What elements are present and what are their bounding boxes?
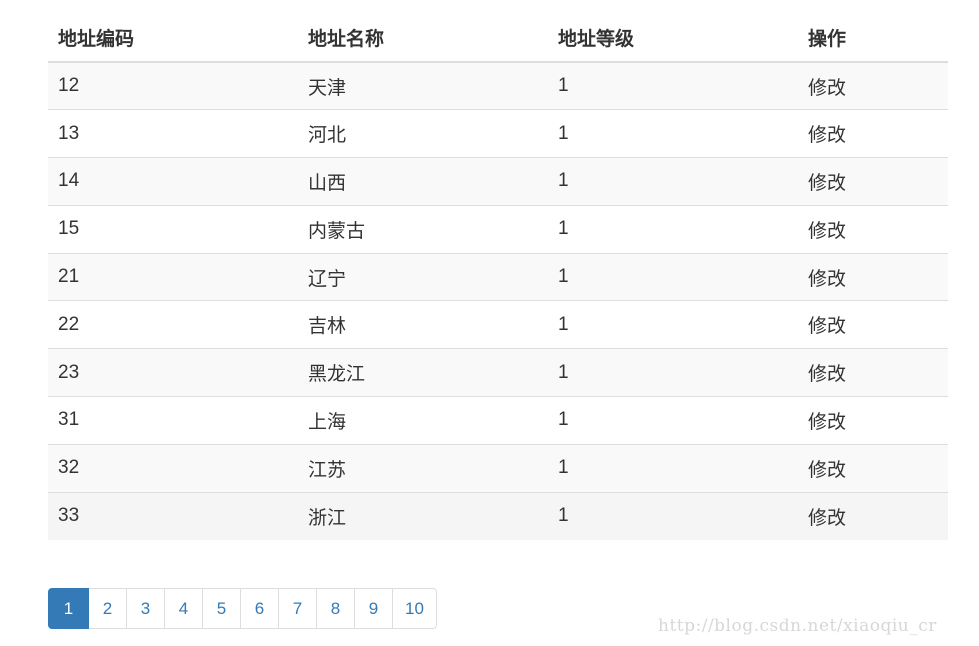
cell-name: 浙江 <box>298 491 548 540</box>
address-table: 地址编码 地址名称 地址等级 操作 12 天津 1 修改 13 河北 1 修改 … <box>48 14 948 540</box>
cell-level: 1 <box>548 157 798 206</box>
table-row: 13 河北 1 修改 <box>48 109 948 158</box>
edit-link[interactable]: 修改 <box>798 443 948 493</box>
table-row: 33 浙江 1 修改 <box>48 491 948 540</box>
cell-level: 1 <box>548 61 798 110</box>
cell-name: 山西 <box>298 157 548 206</box>
watermark: http://blog.csdn.net/xiaoqiu_cr <box>658 616 937 636</box>
page-button-2[interactable]: 2 <box>88 588 127 629</box>
page-button-4[interactable]: 4 <box>164 588 203 629</box>
cell-name: 黑龙江 <box>298 348 548 397</box>
header-address-code: 地址编码 <box>48 14 298 63</box>
cell-code: 12 <box>48 61 298 110</box>
cell-name: 吉林 <box>298 300 548 349</box>
cell-code: 22 <box>48 300 298 349</box>
header-address-level: 地址等级 <box>548 14 798 63</box>
table-row: 15 内蒙古 1 修改 <box>48 204 948 254</box>
cell-level: 1 <box>548 252 798 301</box>
edit-link[interactable]: 修改 <box>798 204 948 254</box>
table-row: 22 吉林 1 修改 <box>48 300 948 349</box>
cell-level: 1 <box>548 300 798 349</box>
page-button-1[interactable]: 1 <box>48 588 89 629</box>
table-body: 12 天津 1 修改 13 河北 1 修改 14 山西 1 修改 15 内蒙古 … <box>48 61 948 540</box>
edit-link[interactable]: 修改 <box>798 157 948 206</box>
cell-level: 1 <box>548 443 798 493</box>
header-action: 操作 <box>798 14 948 63</box>
pagination: 1 2 3 4 5 6 7 8 9 10 <box>48 588 437 629</box>
page-button-9[interactable]: 9 <box>354 588 393 629</box>
header-address-name: 地址名称 <box>298 14 548 63</box>
page-button-10[interactable]: 10 <box>392 588 437 629</box>
cell-level: 1 <box>548 348 798 397</box>
page-button-3[interactable]: 3 <box>126 588 165 629</box>
cell-name: 江苏 <box>298 443 548 493</box>
cell-level: 1 <box>548 109 798 158</box>
page: 地址编码 地址名称 地址等级 操作 12 天津 1 修改 13 河北 1 修改 … <box>0 0 979 646</box>
cell-name: 上海 <box>298 396 548 445</box>
cell-name: 内蒙古 <box>298 204 548 254</box>
edit-link[interactable]: 修改 <box>798 491 948 540</box>
table-row: 21 辽宁 1 修改 <box>48 252 948 301</box>
page-button-5[interactable]: 5 <box>202 588 241 629</box>
edit-link[interactable]: 修改 <box>798 348 948 397</box>
table-row: 12 天津 1 修改 <box>48 61 948 110</box>
cell-level: 1 <box>548 204 798 254</box>
cell-name: 河北 <box>298 109 548 158</box>
cell-code: 21 <box>48 252 298 301</box>
cell-code: 14 <box>48 157 298 206</box>
page-button-6[interactable]: 6 <box>240 588 279 629</box>
cell-code: 33 <box>48 491 298 540</box>
edit-link[interactable]: 修改 <box>798 300 948 349</box>
table-row: 14 山西 1 修改 <box>48 157 948 206</box>
edit-link[interactable]: 修改 <box>798 109 948 158</box>
table-row: 32 江苏 1 修改 <box>48 443 948 493</box>
cell-level: 1 <box>548 396 798 445</box>
page-button-8[interactable]: 8 <box>316 588 355 629</box>
table-row: 31 上海 1 修改 <box>48 396 948 445</box>
edit-link[interactable]: 修改 <box>798 396 948 445</box>
cell-code: 31 <box>48 396 298 445</box>
page-button-7[interactable]: 7 <box>278 588 317 629</box>
cell-name: 天津 <box>298 61 548 110</box>
edit-link[interactable]: 修改 <box>798 61 948 110</box>
cell-code: 15 <box>48 204 298 254</box>
cell-level: 1 <box>548 491 798 540</box>
edit-link[interactable]: 修改 <box>798 252 948 301</box>
table-row: 23 黑龙江 1 修改 <box>48 348 948 397</box>
table-header: 地址编码 地址名称 地址等级 操作 <box>48 14 948 63</box>
header-row: 地址编码 地址名称 地址等级 操作 <box>48 14 948 63</box>
cell-name: 辽宁 <box>298 252 548 301</box>
cell-code: 32 <box>48 443 298 493</box>
cell-code: 23 <box>48 348 298 397</box>
cell-code: 13 <box>48 109 298 158</box>
